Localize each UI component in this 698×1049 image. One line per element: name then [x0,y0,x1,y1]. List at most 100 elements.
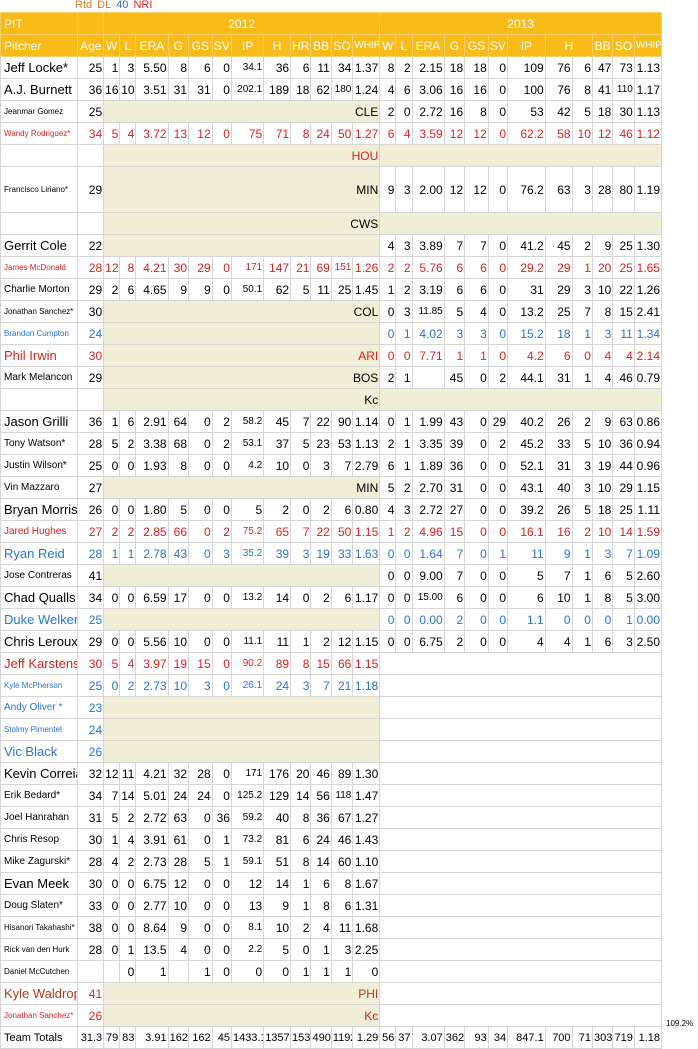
pitcher-name [0,388,79,411]
stat-2012: 2 [103,278,121,301]
total-stat-2012: 490 [310,1026,332,1049]
column-header-w: W [103,34,121,57]
pitcher-name: Evan Meek [0,872,79,895]
stat-2013: 1 [395,322,413,345]
stat-2013: 45.2 [507,432,546,455]
stat-2012: 1.10 [352,850,381,873]
stat-2013: 30 [612,100,635,123]
stat-2012: 5 [263,938,292,961]
stat-2012: 7 [103,784,121,807]
stat-2012: 0 [211,652,232,675]
column-header-era: ERA [135,34,169,57]
stat-2013: 28 [591,166,614,213]
total-stat-2013: 700 [544,1026,573,1049]
stat-2012: 90 [330,410,354,433]
age-cell: 29 [77,630,105,653]
pitcher-name: Erik Bedard* [0,784,79,807]
age-cell: 26 [77,740,105,763]
team-totals-row: Team Totals 31.3 79 83 3.91 162 162 45 1433.1 135… [0,1026,663,1049]
stat-2013: 0 [487,586,509,609]
stat-2012: 89 [330,762,354,785]
stat-2013: 2 [395,476,413,499]
stat-2012: 12 [330,630,354,653]
stat-2013: 2.15 [411,56,445,79]
age-cell: 30 [77,652,105,675]
total-stat-2012: 162 [188,1026,213,1049]
age-cell: 28 [77,256,105,279]
stat-2012: 24 [167,784,190,807]
stat-2012: 9 [263,894,292,917]
year-header-2012: 2012 [103,12,381,35]
stat-2013: 8 [591,300,614,323]
stat-2013: 29 [544,256,573,279]
stat-2012 [167,960,190,983]
stat-2013: 2 [487,432,509,455]
stat-2013: 22 [612,278,635,301]
stat-2013: 1 [612,608,635,631]
pitcher-name: Jonathan Sanchez* [0,1004,79,1027]
stat-2013: 0 [464,476,489,499]
stat-2013: 62.2 [507,122,546,145]
stat-2012: 147 [263,256,292,279]
stat-2012: 36 [310,806,332,829]
stat-2013: 9 [591,234,614,257]
stat-2013: 0 [379,542,397,565]
stat-2012-blank: COL [103,300,381,323]
stat-2012: 67 [330,806,354,829]
pitcher-name: Vic Black [0,740,79,763]
column-header-sv: SV [211,34,232,57]
stat-2012: 0 [290,586,312,609]
table-row: Chris Leroux 29 0 0 5.56 10 0 0 11.1 11 1 2 12 1.15 0 0… [0,630,663,653]
stat-2012: 1.17 [352,586,381,609]
table-row: Wandy Rodriguez* 34 5 4 3.72 13 12 0 75 71 8 24 50 1.… [0,122,663,145]
stat-2013: 3.19 [411,278,445,301]
stat-2012: 2 [310,586,332,609]
stat-2013: 76.2 [507,166,546,213]
pitcher-name [0,212,79,235]
stat-2013: 2 [379,100,397,123]
stat-2012: 62 [310,78,332,101]
stat-2012-blank [103,564,381,587]
stat-2013: 3.35 [411,432,445,455]
stat-2013: 6 [591,564,614,587]
stat-2013: 4.02 [411,322,445,345]
column-header-g: G [167,34,190,57]
stat-2012: 24 [310,828,332,851]
stat-2012: 0 [188,938,213,961]
column-header-2013-l: L [395,34,413,57]
stat-2013: 26 [544,410,573,433]
stat-2013: 0 [487,166,509,213]
stat-2013: 10 [591,476,614,499]
stat-2012: 62 [263,278,292,301]
team-totals-age: 31.3 [77,1026,105,1049]
stat-2013: 45 [544,234,573,257]
stat-2012: 0 [188,916,213,939]
year-header-2013: 2013 [379,12,662,35]
age-cell: 26 [77,498,105,521]
stat-2013-blank [379,652,662,675]
stat-2012: 1.31 [352,894,381,917]
total-stat-2013: 303 [591,1026,614,1049]
stat-2013: 2.14 [633,344,663,367]
stat-2012: 1.80 [135,498,169,521]
stat-2012: 0 [188,806,213,829]
stat-2012: 2 [103,520,121,543]
total-stat-2012: 3.91 [135,1026,169,1049]
stat-2013-blank [379,828,662,851]
stat-2013: 9 [591,410,614,433]
stat-2012: 18 [290,78,312,101]
stat-2012-blank [103,234,381,257]
stat-2013: 1 [571,256,593,279]
stat-2013: 40 [544,476,573,499]
stat-2013: 12 [443,122,466,145]
stat-2013: 47 [591,56,614,79]
stat-2012: 1.47 [352,784,381,807]
stat-2012-blank: CWS [103,212,381,235]
stat-2012: 0 [119,960,137,983]
stat-2013: 0.94 [633,432,663,455]
total-stat-2012: 1357 [263,1026,292,1049]
stat-2013: 1.1 [507,608,546,631]
stat-2013: 0 [487,498,509,521]
stat-2012-blank [103,740,381,763]
stat-2012: 6 [290,828,312,851]
